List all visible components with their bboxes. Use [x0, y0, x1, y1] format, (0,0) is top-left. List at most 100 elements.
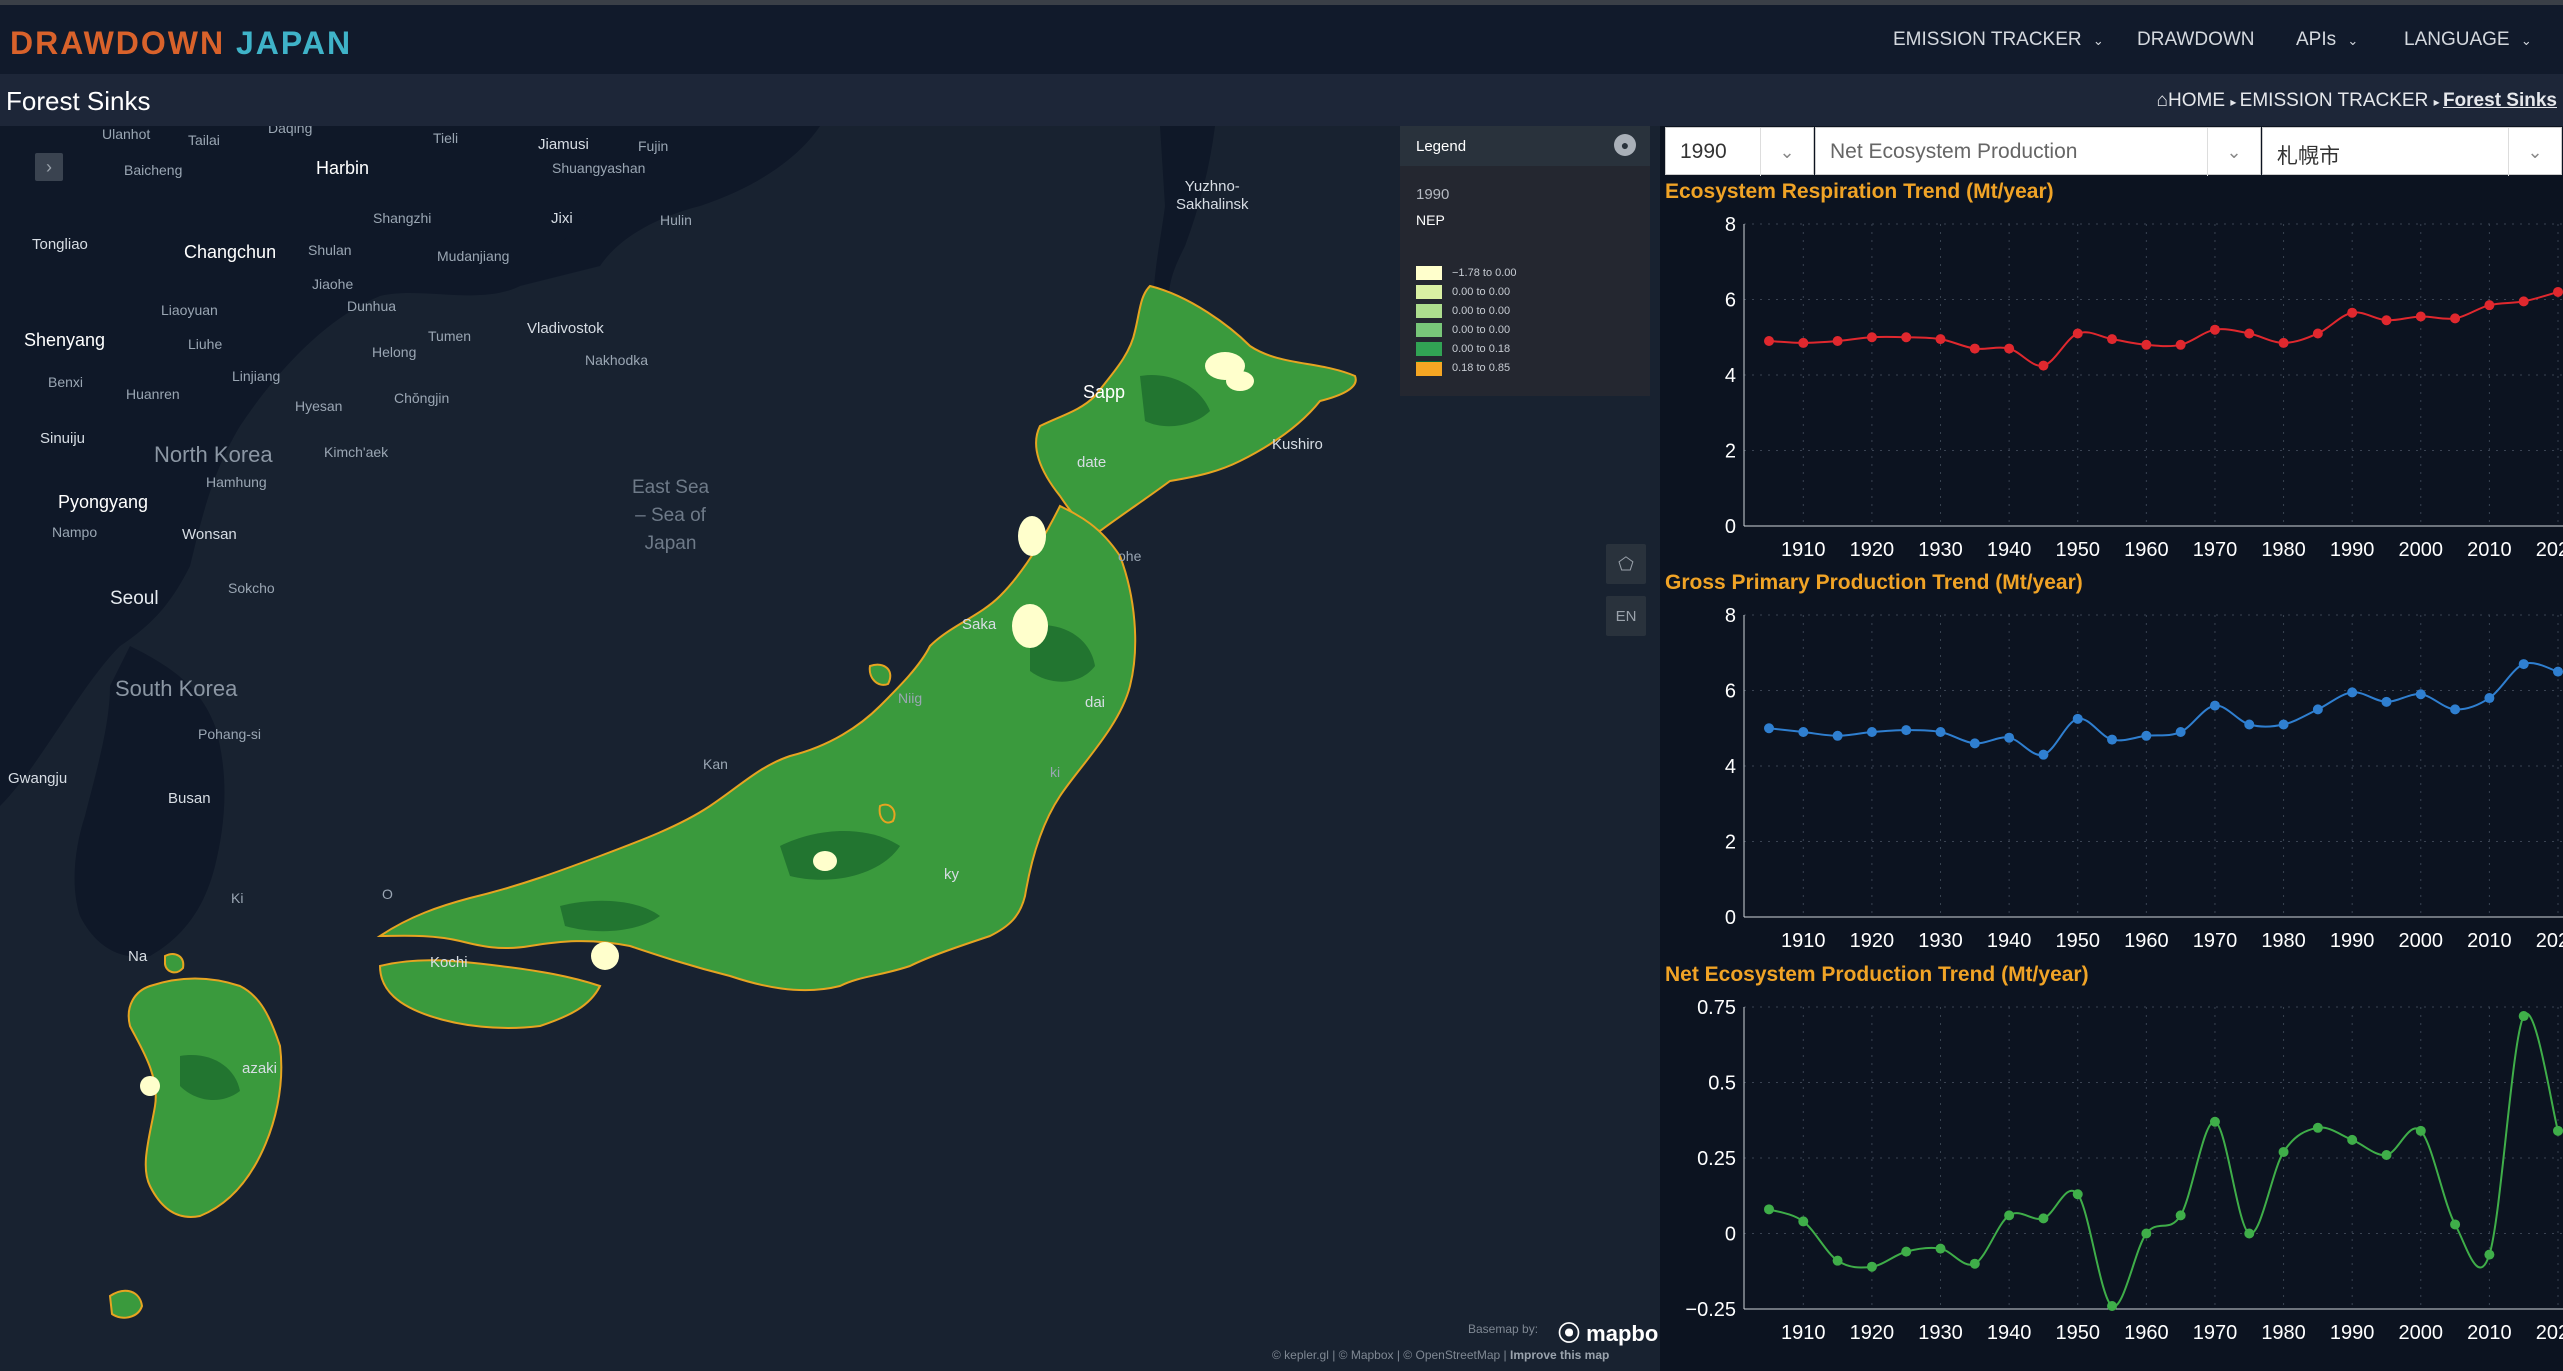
- x-tick-label: 1920: [1850, 539, 1895, 561]
- home-icon[interactable]: ⌂: [2157, 90, 2168, 111]
- x-tick-label: 2010: [2467, 1322, 2512, 1344]
- x-tick-label: 2000: [2399, 1322, 2444, 1344]
- data-point: [2278, 1146, 2289, 1157]
- nav-language-label: LANGUAGE: [2404, 29, 2510, 50]
- data-point: [1866, 727, 1877, 738]
- data-point: [2038, 749, 2049, 760]
- breadcrumb-home[interactable]: HOME: [2168, 90, 2225, 111]
- nav-emission-tracker[interactable]: EMISSION TRACKER ⌄: [1893, 29, 2104, 51]
- legend-swatch: [1416, 266, 1442, 280]
- x-tick-label: 1980: [2261, 1322, 2306, 1344]
- x-tick-label: 1990: [2330, 1322, 2375, 1344]
- data-point: [1832, 730, 1843, 741]
- data-point: [2518, 296, 2529, 307]
- nav-drawdown[interactable]: DRAWDOWN: [2137, 29, 2255, 51]
- map-label: Jixi: [551, 210, 573, 227]
- breadcrumb-current[interactable]: Forest Sinks: [2443, 90, 2557, 111]
- legend-item: 0.00 to 0.00: [1416, 285, 1510, 299]
- data-point: [1901, 332, 1912, 343]
- y-tick-label: 8: [1725, 214, 1736, 236]
- map-attribution: © kepler.gl | © Mapbox | © OpenStreetMap…: [1272, 1348, 1609, 1362]
- x-tick-label: 1930: [1918, 539, 1963, 561]
- data-point: [2278, 337, 2289, 348]
- data-point: [2450, 1219, 2461, 1230]
- data-point: [2004, 732, 2015, 743]
- map-label: Kushiro: [1272, 436, 1323, 453]
- map-locale-button[interactable]: EN: [1606, 596, 1646, 636]
- legend-item: 0.00 to 0.00: [1416, 304, 1510, 318]
- data-point: [1832, 336, 1843, 347]
- year-select[interactable]: 1990 ⌄: [1665, 127, 1814, 176]
- respiration-trend-chart[interactable]: 0 2 4 6 8 1910 1920 1930 1940 1950 1960 1970 1980 199…: [1664, 208, 2563, 568]
- data-point: [2381, 315, 2392, 326]
- chevron-down-icon: ⌄: [2508, 128, 2561, 176]
- y-tick-label: 0.25: [1697, 1148, 1736, 1170]
- data-point: [1935, 334, 1946, 345]
- draw-polygon-button[interactable]: ⬠: [1606, 544, 1646, 584]
- x-tick-label: 1950: [2055, 539, 2100, 561]
- breadcrumb-separator-icon: ▸: [2230, 95, 2240, 109]
- legend-item-label: 0.00 to 0.00: [1452, 305, 1511, 317]
- data-point: [2278, 719, 2289, 730]
- data-point: [2381, 696, 2392, 707]
- map-label: Benxi: [48, 374, 84, 390]
- japan-prefectures[interactable]: [108, 284, 1357, 1319]
- gpp-trend-chart[interactable]: 0 2 4 6 8 1910 1920 1930 1940 1950 1960 1970 1980 199…: [1664, 599, 2563, 959]
- x-tick-label: 1930: [1918, 930, 1963, 952]
- x-tick-label: 1940: [1987, 539, 2032, 561]
- series-line: [1768, 1012, 2559, 1307]
- data-point: [2038, 1213, 2049, 1224]
- sidebar-expand-button[interactable]: ›: [35, 153, 63, 181]
- chevron-down-icon: ⌄: [2347, 33, 2359, 48]
- legend-item-label: 0.00 to 0.00: [1452, 286, 1511, 298]
- map-label: Vladivostok: [527, 320, 604, 337]
- y-tick-label: 0: [1725, 907, 1736, 929]
- map-label: dai: [1085, 694, 1106, 711]
- map-label: Sapp: [1083, 382, 1126, 402]
- legend-swatch: [1416, 304, 1442, 318]
- data-point: [2347, 307, 2358, 318]
- map-label: North Korea: [154, 442, 273, 467]
- data-point: [2209, 700, 2220, 711]
- map-label: Nampo: [52, 524, 98, 540]
- page-title: Forest Sinks: [6, 86, 151, 116]
- nav-language[interactable]: LANGUAGE ⌄: [2404, 29, 2532, 51]
- data-point: [2004, 1210, 2015, 1221]
- legend-year: 1990: [1416, 186, 1450, 203]
- map-locale-label: EN: [1615, 607, 1637, 625]
- y-tick-label: 0: [1725, 516, 1736, 538]
- attribution-credits[interactable]: © kepler.gl | © Mapbox | © OpenStreetMap…: [1272, 1348, 1507, 1362]
- mapbox-logo-text: mapbo: [1586, 1321, 1659, 1346]
- nep-trend-chart[interactable]: −0.25 0 0.25 0.5 0.75 1910 1920 1930 1940 1950 196…: [1664, 991, 2563, 1371]
- map-label: Tongliao: [32, 236, 88, 253]
- chevron-down-icon: ⌄: [2520, 33, 2532, 48]
- data-point: [2209, 1116, 2220, 1127]
- mapbox-logo[interactable]: ⦿ mapbo: [1558, 1316, 1658, 1348]
- improve-map-link[interactable]: Improve this map: [1510, 1348, 1609, 1362]
- nav-emission-tracker-label: EMISSION TRACKER: [1893, 29, 2082, 50]
- brand-logo[interactable]: DRAWDOWN JAPAN: [10, 25, 352, 62]
- city-select[interactable]: 札幌市 ⌄: [2262, 127, 2562, 176]
- data-point: [1764, 336, 1774, 347]
- x-tick-label: 1920: [1850, 930, 1895, 952]
- metric-select[interactable]: Net Ecosystem Production ⌄: [1815, 127, 2261, 176]
- data-point: [1798, 727, 1809, 738]
- map-label: Linjiang: [232, 368, 281, 384]
- data-point: [2175, 727, 2186, 738]
- data-point: [2484, 300, 2495, 311]
- legend-close-icon[interactable]: ●: [1614, 134, 1636, 156]
- data-point: [1764, 723, 1774, 734]
- breadcrumb-emission-tracker[interactable]: EMISSION TRACKER: [2240, 90, 2429, 111]
- legend-outline-swatch: [1416, 362, 1442, 376]
- map-label: Shuangyashan: [552, 160, 646, 176]
- data-point: [1901, 1246, 1912, 1257]
- x-tick-label: 1910: [1781, 1322, 1826, 1344]
- nav-apis-label: APIs: [2296, 29, 2337, 50]
- legend-item-label: 0.18 to 0.85: [1452, 362, 1511, 374]
- map-label: Hamhung: [206, 474, 267, 490]
- y-tick-label: 0: [1725, 1224, 1736, 1246]
- nav-apis[interactable]: APIs ⌄: [2296, 29, 2358, 51]
- map-label: Seoul: [110, 588, 159, 609]
- subheader: Forest Sinks ⌂HOME ▸ EMISSION TRACKER ▸ …: [0, 74, 2563, 126]
- map-label: Pohang-si: [198, 726, 262, 742]
